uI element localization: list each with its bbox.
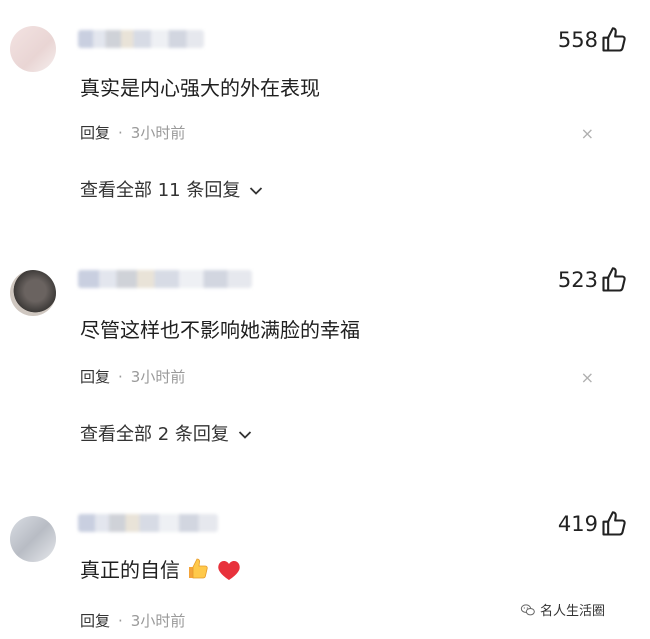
comment-item: 558 真实是内心强大的外在表现 回复 · 3小时前 × 查看全部 11 条回复 bbox=[0, 26, 650, 220]
thumbs-up-icon[interactable] bbox=[600, 26, 628, 54]
thumbs-up-icon[interactable] bbox=[600, 510, 628, 538]
comment-meta: 回复 · 3小时前 bbox=[80, 366, 185, 387]
comment-item: 419 真正的自信 回复 · 3小时前 bbox=[0, 511, 650, 639]
timestamp: 3小时前 bbox=[130, 124, 186, 142]
like-count: 558 bbox=[557, 28, 598, 52]
chevron-down-icon bbox=[249, 187, 263, 195]
separator-dot: · bbox=[118, 124, 123, 142]
close-icon[interactable]: × bbox=[581, 124, 594, 143]
heart-emoji-icon bbox=[218, 561, 240, 580]
comment-text: 真实是内心强大的外在表现 bbox=[80, 76, 320, 100]
timestamp: 3小时前 bbox=[130, 612, 186, 630]
comment-meta: 回复 · 3小时前 bbox=[80, 610, 185, 631]
watermark: 名人生活圈 bbox=[520, 600, 605, 619]
like-count: 523 bbox=[557, 268, 598, 292]
thumbs-up-icon[interactable] bbox=[600, 266, 628, 294]
like-count: 419 bbox=[557, 512, 598, 536]
separator-dot: · bbox=[118, 612, 123, 630]
reply-button[interactable]: 回复 bbox=[80, 368, 110, 386]
separator-dot: · bbox=[118, 368, 123, 386]
wechat-icon bbox=[520, 603, 535, 615]
reply-button[interactable]: 回复 bbox=[80, 124, 110, 142]
comment-text: 尽管这样也不影响她满脸的幸福 bbox=[80, 318, 360, 342]
username-blurred[interactable] bbox=[78, 270, 252, 288]
view-replies-label: 查看全部 11 条回复 bbox=[80, 180, 241, 201]
thumbs-up-emoji-icon bbox=[189, 558, 209, 579]
comment-text: 真正的自信 bbox=[80, 558, 180, 582]
username-blurred[interactable] bbox=[78, 514, 218, 532]
view-replies-button[interactable]: 查看全部 2 条回复 bbox=[80, 420, 252, 446]
comment-text-row: 真正的自信 bbox=[80, 554, 241, 583]
username-blurred[interactable] bbox=[78, 30, 204, 48]
comment-item: 523 尽管这样也不影响她满脸的幸福 回复 · 3小时前 × 查看全部 2 条回复 bbox=[0, 267, 650, 460]
timestamp: 3小时前 bbox=[130, 368, 186, 386]
avatar[interactable] bbox=[10, 516, 56, 562]
view-replies-label: 查看全部 2 条回复 bbox=[80, 424, 229, 445]
chevron-down-icon bbox=[238, 431, 251, 439]
comment-meta: 回复 · 3小时前 bbox=[80, 122, 185, 143]
view-replies-button[interactable]: 查看全部 11 条回复 bbox=[80, 176, 263, 202]
reply-button[interactable]: 回复 bbox=[80, 612, 110, 630]
avatar[interactable] bbox=[10, 270, 56, 316]
close-icon[interactable]: × bbox=[581, 368, 594, 387]
avatar[interactable] bbox=[10, 26, 56, 72]
watermark-text: 名人生活圈 bbox=[540, 604, 606, 619]
